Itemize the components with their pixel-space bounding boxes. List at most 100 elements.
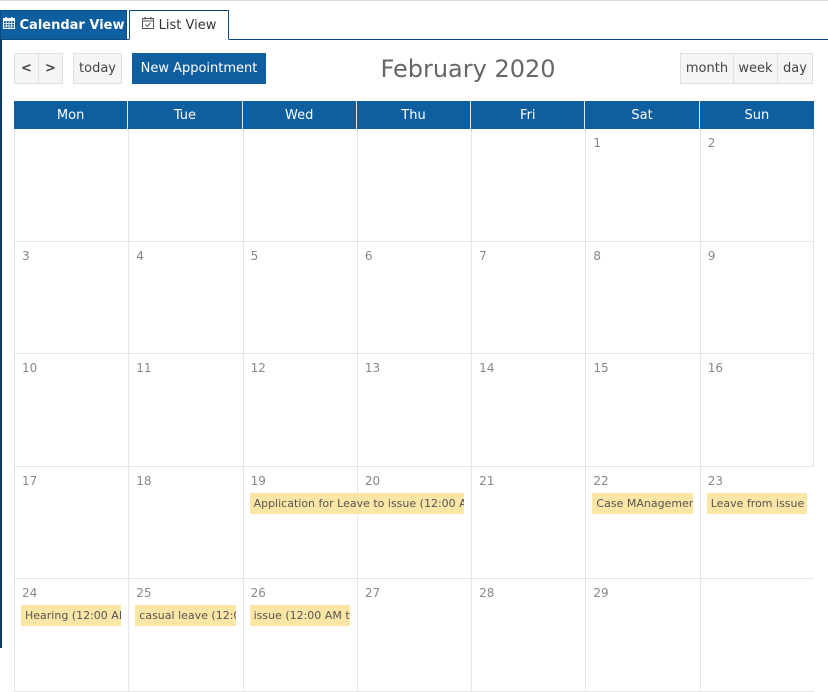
day-cell[interactable]: 20 (356, 466, 471, 578)
chevron-right-icon: > (45, 61, 56, 76)
day-cell[interactable]: 21 (471, 466, 585, 578)
day-cell[interactable]: 4 (128, 241, 242, 353)
next-button[interactable]: > (38, 53, 63, 84)
day-cell[interactable]: 13 (356, 354, 471, 466)
day-cell[interactable] (699, 579, 814, 691)
day-cell[interactable]: 10 (14, 354, 128, 466)
top-divider (0, 0, 828, 1)
weekday-label: Tue (128, 101, 243, 129)
day-cell[interactable] (356, 129, 471, 241)
today-button[interactable]: today (73, 53, 122, 84)
day-cell[interactable]: 14 (471, 354, 585, 466)
tab-calendar-view[interactable]: Calendar View (0, 10, 127, 40)
calendar-event[interactable]: Case MAnagement (592, 492, 693, 514)
calendar-event[interactable]: Hearing (12:00 AM (21, 605, 122, 626)
day-cell[interactable]: 16 (699, 354, 814, 466)
day-cell[interactable]: 28 (471, 579, 585, 691)
day-number: 23 (707, 473, 723, 488)
day-number: 1 (593, 136, 602, 150)
day-cell[interactable]: 7 (471, 241, 585, 353)
week-row: 10 11 12 13 14 15 16 (14, 354, 814, 467)
day-number: 18 (136, 473, 152, 488)
day-cell[interactable] (14, 129, 128, 241)
calendar-check-icon (141, 17, 154, 33)
left-border (0, 39, 2, 648)
day-number: 19 (250, 473, 266, 488)
day-number: 20 (364, 473, 381, 488)
day-number: 28 (479, 586, 495, 600)
day-number: 5 (250, 248, 259, 263)
day-cell[interactable]: 17 (14, 466, 128, 578)
calendar-event[interactable]: Application for Leave to issue (12:00 AM… (249, 492, 465, 514)
day-cell[interactable] (471, 129, 585, 241)
calendar-grid-icon (2, 17, 15, 33)
day-view-button[interactable]: day (777, 53, 813, 84)
day-cell[interactable]: 3 (14, 241, 128, 353)
weekday-label: Sun (744, 107, 770, 123)
calendar-event[interactable]: Leave from issue (1 (706, 492, 807, 514)
day-number: 22 (593, 473, 609, 488)
day-number: 2 (707, 136, 716, 150)
week-view-button[interactable]: week (733, 53, 778, 84)
tab-list-view-label: List View (158, 17, 217, 33)
day-number: 17 (22, 473, 38, 488)
day-number: 10 (22, 361, 38, 375)
month-grid: Mon Tue Wed Thu Fri Sat Sun 1 2 3 4 5 6 7 8 9 10 1… (14, 101, 814, 692)
day-number: 7 (479, 248, 487, 263)
day-cell[interactable]: 5 (242, 241, 357, 353)
day-cell[interactable]: 18 (128, 466, 242, 578)
day-cell[interactable]: 15 (585, 354, 699, 466)
day-cell[interactable]: 2 (699, 129, 814, 241)
day-number: 16 (707, 361, 723, 375)
day-number: 4 (136, 248, 144, 263)
tabs-underline (0, 39, 828, 40)
day-number: 8 (593, 248, 602, 263)
day-number: 21 (479, 473, 495, 488)
weekday-label: Fri (471, 101, 586, 129)
day-number: 14 (479, 361, 495, 375)
calendar-event[interactable]: casual leave (12:00 (135, 605, 236, 626)
day-cell[interactable]: 11 (128, 354, 242, 466)
day-cell[interactable]: 25 (128, 579, 242, 691)
month-view-button[interactable]: month (680, 53, 734, 84)
day-number: 25 (136, 586, 152, 600)
week-row: 17 18 19 20 21 22 23 Application for Leave to i… (14, 466, 814, 579)
day-cell[interactable]: 9 (699, 241, 814, 353)
day-number: 29 (593, 586, 609, 600)
day-cell[interactable]: 19 (242, 466, 357, 578)
weekday-label: Mon (14, 101, 129, 129)
week-row: 3 4 5 6 7 8 9 (14, 241, 814, 354)
calendar-event[interactable]: issue (12:00 AM to (249, 605, 350, 626)
week-row: 12 (14, 129, 814, 242)
day-cell[interactable] (128, 129, 242, 241)
day-number: 3 (22, 248, 30, 263)
day-cell[interactable]: 22 (585, 466, 699, 578)
day-cell[interactable]: 23 (699, 466, 814, 578)
weekday-label: Wed (243, 101, 357, 129)
day-number: 11 (136, 361, 152, 375)
calendar-title: February 2020 (380, 55, 556, 83)
weekday-label: Sat (585, 101, 700, 129)
new-appointment-button[interactable]: New Appointment (132, 53, 266, 84)
day-cell[interactable]: 8 (585, 241, 699, 353)
calendar-toolbar: < > today New Appointment February 2020 … (14, 53, 814, 85)
day-cell[interactable]: 12 (242, 354, 357, 466)
chevron-left-icon: < (21, 61, 32, 76)
day-cell[interactable]: 29 (585, 579, 699, 691)
tab-list-view[interactable]: List View (129, 10, 229, 40)
day-cell[interactable]: 27 (356, 579, 471, 691)
day-number: 24 (22, 586, 38, 600)
view-tabs: Calendar View List View (0, 10, 828, 40)
day-cell[interactable] (242, 129, 357, 241)
day-cell[interactable]: 6 (356, 241, 471, 353)
day-number: 27 (364, 586, 381, 600)
day-cell[interactable]: 1 (585, 129, 699, 241)
day-number: 9 (707, 248, 716, 263)
day-number: 6 (364, 248, 373, 263)
day-cell[interactable]: 24 (14, 579, 128, 691)
prev-button[interactable]: < (14, 53, 39, 84)
weekday-header: Mon Tue Wed Thu Fri Sat Sun (14, 101, 814, 129)
day-cell[interactable]: 26 (242, 579, 357, 691)
tab-calendar-view-label: Calendar View (19, 17, 125, 33)
day-number: 13 (364, 361, 381, 375)
